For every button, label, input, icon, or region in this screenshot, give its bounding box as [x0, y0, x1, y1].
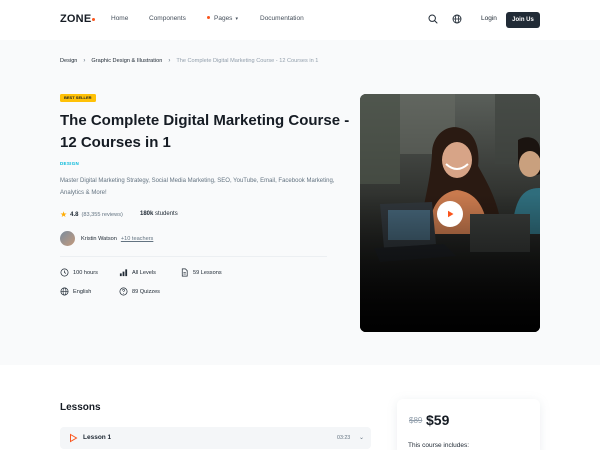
- document-icon: [181, 268, 188, 277]
- best-seller-badge: BEST SELLER: [60, 94, 96, 102]
- lesson-name: Lesson 1: [83, 434, 112, 441]
- globe-icon[interactable]: [451, 13, 463, 25]
- course-rating: ★ 4.8 (83,355 reviews): [60, 210, 123, 219]
- current-price: $59: [426, 412, 450, 428]
- course-description: Master Digital Marketing Strategy, Socia…: [60, 178, 335, 196]
- students-label: students: [155, 211, 178, 217]
- chevron-down-icon[interactable]: ⌄: [359, 434, 364, 441]
- stat-language: English: [60, 287, 91, 296]
- top-navbar: ZONE Home Components Pages ▾ Documentatio…: [0, 0, 600, 40]
- search-icon[interactable]: [427, 13, 439, 25]
- level-bars-icon: [119, 269, 128, 277]
- play-button[interactable]: [437, 201, 463, 227]
- clock-icon: [60, 268, 69, 277]
- stat-lessons: 59 Lessons: [180, 268, 222, 277]
- chevron-right-icon: ›: [83, 58, 86, 64]
- logo[interactable]: ZONE: [60, 13, 96, 25]
- join-us-button[interactable]: Join Us: [506, 12, 540, 28]
- breadcrumb-item-category[interactable]: Graphic Design & Illustration: [91, 58, 162, 64]
- breadcrumb-item-design[interactable]: Design: [60, 58, 77, 64]
- avatar[interactable]: [60, 231, 75, 246]
- course-category: DESIGN: [60, 161, 80, 166]
- logo-dot: [92, 18, 96, 21]
- more-teachers-link[interactable]: +10 teachers: [121, 236, 154, 242]
- play-icon: [70, 433, 78, 443]
- stat-lessons-label: 59 Lessons: [193, 269, 222, 276]
- active-dot: [207, 16, 210, 19]
- teacher-info: Kristin Watson +10 teachers: [60, 231, 153, 246]
- stat-quizzes-label: 89 Quizzes: [132, 288, 160, 295]
- chevron-right-icon: ›: [168, 58, 171, 64]
- nav-link-components[interactable]: Components: [149, 15, 186, 22]
- teacher-name[interactable]: Kristin Watson: [81, 236, 117, 242]
- lesson-row[interactable]: Lesson 1 03:23 ⌄: [60, 427, 371, 449]
- chevron-down-icon: ▾: [235, 16, 238, 22]
- students-value: 180k: [140, 211, 154, 217]
- breadcrumb-item-current: The Complete Digital Marketing Course - …: [176, 58, 319, 64]
- lessons-heading: Lessons: [60, 402, 101, 413]
- course-title: The Complete Digital Marketing Course - …: [60, 112, 350, 151]
- question-icon: [119, 287, 128, 296]
- lesson-duration: 03:23: [337, 435, 351, 441]
- review-count[interactable]: (83,355 reviews): [82, 212, 123, 218]
- stat-hours: 100 hours: [60, 268, 98, 277]
- old-price: $89: [409, 416, 423, 425]
- star-icon: ★: [60, 210, 68, 219]
- play-icon: [448, 210, 454, 218]
- nav-link-home[interactable]: Home: [111, 15, 128, 22]
- nav-link-pages[interactable]: Pages ▾: [207, 15, 238, 22]
- divider: [60, 256, 327, 257]
- stat-hours-label: 100 hours: [73, 269, 98, 276]
- nav-link-pages-label: Pages: [214, 15, 233, 22]
- stat-level-label: All Levels: [132, 269, 156, 276]
- course-includes-label: This course includes:: [408, 442, 470, 449]
- nav-link-documentation[interactable]: Documentation: [260, 15, 304, 22]
- globe-icon: [60, 287, 69, 296]
- stat-language-label: English: [73, 288, 92, 295]
- student-count: 180k students: [140, 211, 178, 217]
- stat-quizzes: 89 Quizzes: [119, 287, 160, 296]
- breadcrumb: Design › Graphic Design & Illustration ›…: [60, 58, 318, 64]
- stat-level: All Levels: [119, 268, 156, 277]
- rating-value: 4.8: [70, 211, 79, 218]
- login-link[interactable]: Login: [481, 15, 497, 22]
